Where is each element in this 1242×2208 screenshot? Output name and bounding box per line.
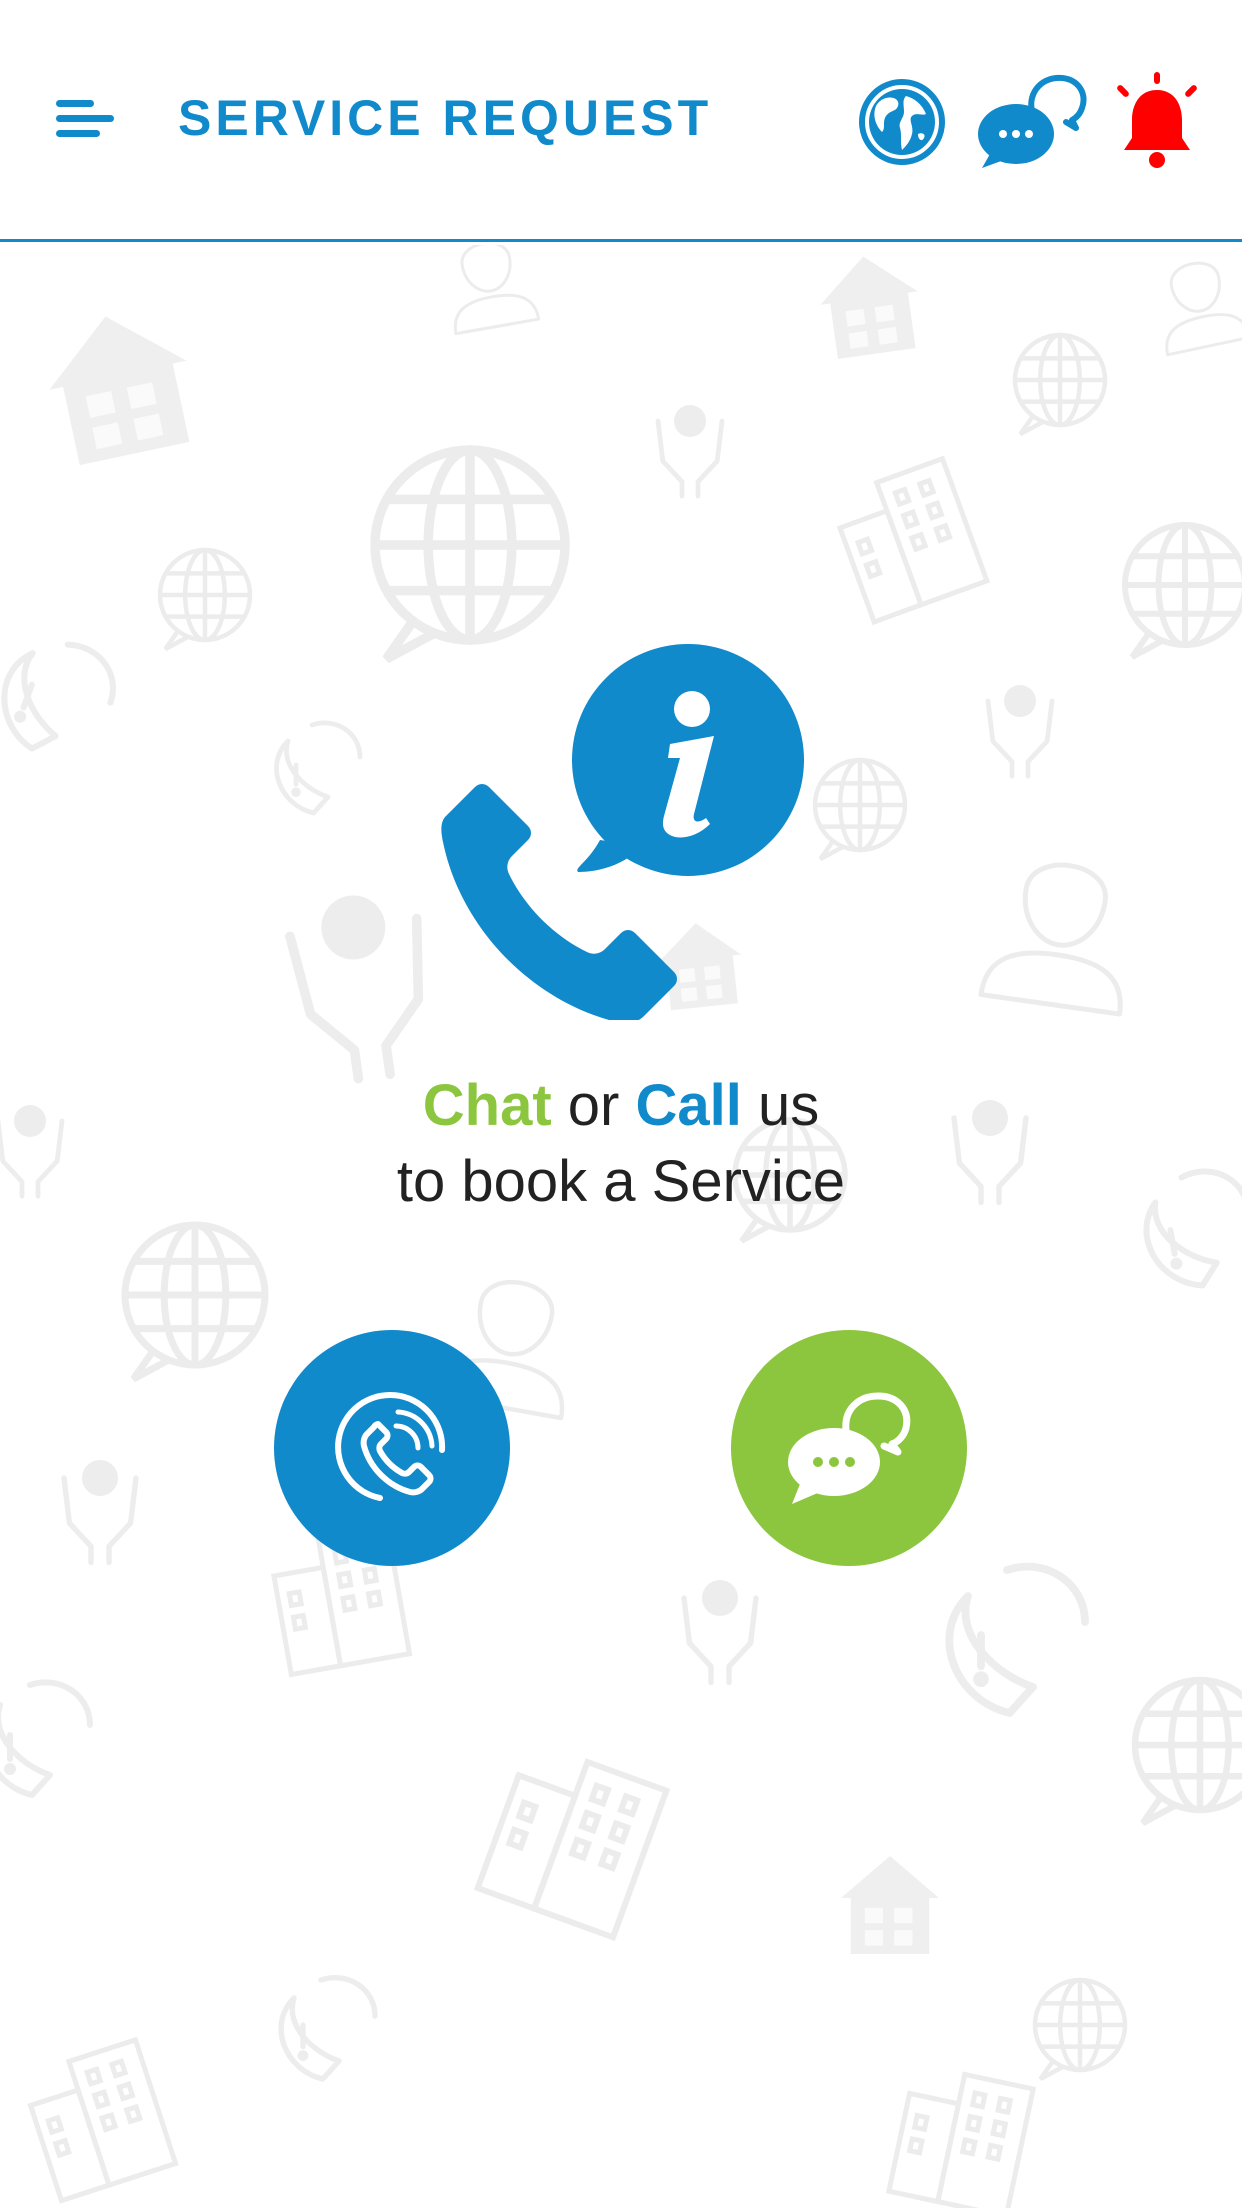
tagline-or-word: or: [551, 1073, 636, 1138]
menu-button[interactable]: [50, 90, 120, 150]
chat-bubbles-icon: [978, 74, 1087, 168]
tagline-line2: to book a Service: [396, 1149, 846, 1214]
call-button[interactable]: [274, 1330, 510, 1566]
bell-icon: [1117, 72, 1197, 168]
chat-bubbles-icon: [788, 1392, 911, 1504]
notification-button[interactable]: [1116, 70, 1198, 170]
app-header: SERVICE REQUEST: [0, 0, 1242, 242]
tagline-call-word: Call: [635, 1073, 742, 1138]
language-button[interactable]: [856, 76, 948, 168]
phone-ringing-icon: [335, 1392, 446, 1501]
tagline-line1: Chat or Call us: [0, 1068, 1242, 1144]
tagline: Chat or Call us to book a Service: [0, 1068, 1242, 1220]
globe-icon: [859, 79, 945, 165]
page-title: SERVICE REQUEST: [178, 90, 713, 146]
tagline-chat-word: Chat: [422, 1073, 552, 1138]
background-pattern: [0, 245, 1242, 2208]
menu-icon: [56, 100, 114, 137]
phone-info-icon: [441, 644, 804, 1020]
tagline-us-word: us: [741, 1073, 820, 1138]
chat-button[interactable]: [731, 1330, 967, 1566]
chat-header-button[interactable]: [976, 70, 1088, 170]
